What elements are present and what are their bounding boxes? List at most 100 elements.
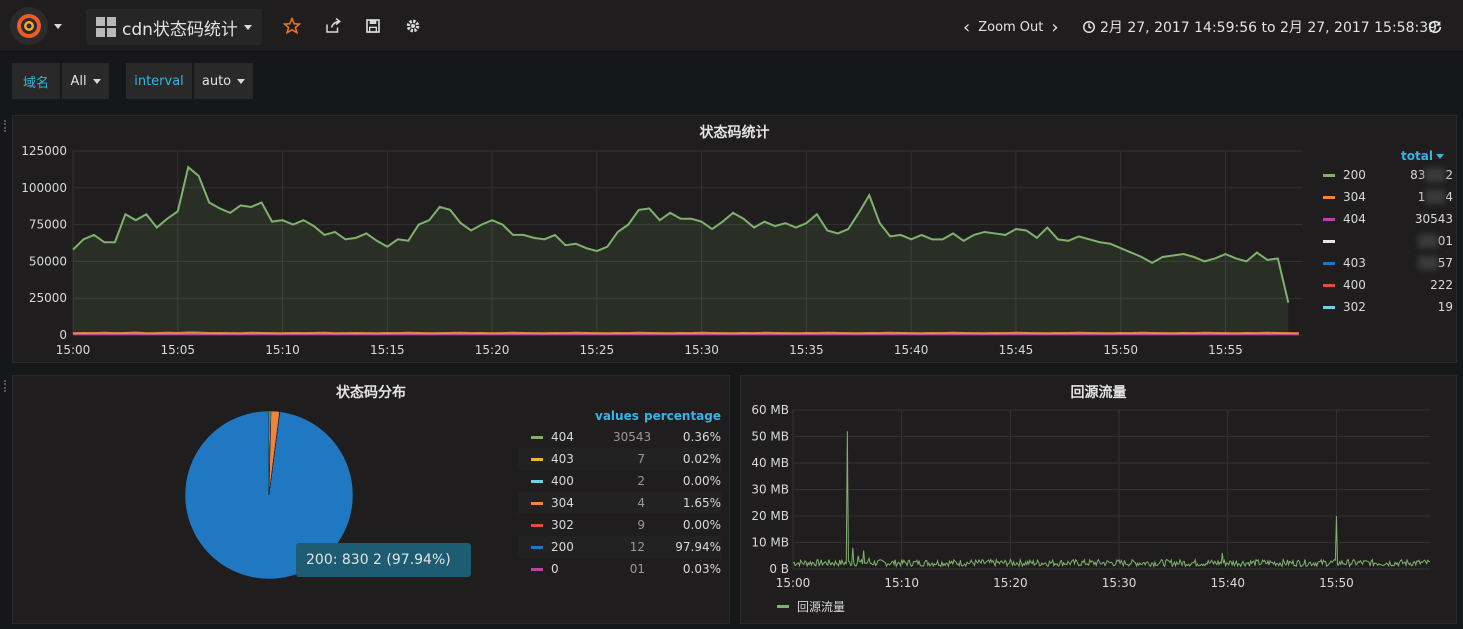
dashboard-title-dropdown[interactable]: cdn状态码统计 [86, 9, 262, 45]
legend-swatch [1323, 261, 1335, 265]
legend-swatch [531, 523, 543, 527]
legend-percentage: 1.65% [682, 496, 721, 510]
top-navbar: cdn状态码统计 ‹ Zoom Out › 2月 27, 2017 14:59:… [0, 0, 1463, 52]
legend-swatch [1323, 217, 1335, 221]
legend-label: 403 [1343, 256, 1366, 270]
row-drag-handle[interactable] [4, 120, 8, 132]
legend-total: 222 [1430, 278, 1453, 292]
legend-swatch [1323, 239, 1335, 243]
x-tick-label: 15:55 [1208, 343, 1243, 356]
y-tick-label: 25000 [29, 291, 67, 305]
legend-item-blank[interactable]: 01 [1323, 230, 1453, 252]
legend-swatch [531, 545, 543, 549]
x-tick-label: 15:30 [684, 343, 719, 356]
share-icon[interactable] [321, 14, 345, 38]
legend-percentage: 0.00% [682, 474, 721, 488]
x-tick-label: 15:00 [776, 576, 811, 590]
legend-swatch [531, 435, 543, 439]
x-tick-label: 15:50 [1103, 343, 1138, 356]
legend-total: 83 2 [1410, 167, 1453, 183]
series-line-origin-traffic [792, 431, 1430, 569]
y-tick-label: 125000 [21, 144, 67, 158]
column-header-values[interactable]: values [595, 409, 639, 423]
y-tick-label: 50 MB [751, 430, 789, 444]
legend-swatch [531, 479, 543, 483]
legend-percentage: 0.03% [682, 562, 721, 576]
legend-item-403[interactable]: 403 57 [1323, 252, 1453, 274]
legend-label: 304 [551, 496, 574, 510]
legend-label: 400 [551, 474, 574, 488]
legend-item-200[interactable]: 200 12 97.94% [518, 536, 721, 558]
x-tick-label: 15:50 [1319, 576, 1354, 590]
variable-label-interval: interval [126, 63, 192, 99]
legend-item-403[interactable]: 403 7 0.02% [518, 448, 721, 470]
legend-percentage: 0.36% [682, 430, 721, 444]
dashboard-grid-icon [96, 17, 116, 37]
y-tick-label: 75000 [29, 218, 67, 232]
series-area-200 [73, 167, 1289, 335]
legend-value: 7 [637, 452, 645, 466]
legend-value: 30543 [613, 430, 652, 444]
x-tick-label: 15:20 [475, 343, 510, 356]
x-tick-label: 15:10 [265, 343, 300, 356]
x-tick-label: 15:25 [580, 343, 615, 356]
legend-total: 57 [1417, 256, 1453, 271]
legend-item-400[interactable]: 400 2 0.00% [518, 470, 721, 492]
y-tick-label: 20 MB [751, 509, 789, 523]
legend-item-404[interactable]: 404 30543 [1323, 208, 1453, 230]
chevron-right-icon[interactable]: › [1043, 17, 1066, 38]
time-range-picker[interactable]: 2月 27, 2017 14:59:56 to 2月 27, 2017 15:5… [1082, 14, 1437, 40]
refresh-icon[interactable] [1424, 14, 1446, 40]
chevron-down-icon [243, 24, 252, 30]
variable-select-interval[interactable]: auto [193, 63, 253, 99]
y-tick-label: 30 MB [751, 483, 789, 497]
zoom-out-button[interactable]: Zoom Out [978, 20, 1043, 35]
legend-percentage: 0.00% [682, 518, 721, 532]
gear-icon[interactable] [401, 14, 425, 38]
legend-label: 304 [1343, 190, 1366, 204]
grafana-menu-button[interactable] [10, 6, 74, 46]
chevron-left-icon[interactable]: ‹ [955, 17, 978, 38]
legend-item-origin-traffic[interactable]: 回源流量 [777, 598, 845, 615]
row-drag-handle[interactable] [4, 380, 8, 392]
legend-item-404[interactable]: 404 30543 0.36% [518, 426, 721, 448]
legend-swatch [1323, 305, 1335, 309]
clock-icon [1083, 21, 1095, 33]
legend-label: 400 [1343, 278, 1366, 292]
legend-item-304[interactable]: 304 1 4 [1323, 186, 1453, 208]
x-tick-label: 15:00 [56, 343, 91, 356]
y-tick-label: 50000 [29, 254, 67, 268]
legend-percentage: 97.94% [675, 540, 721, 554]
variable-label-domain: 域名 [12, 63, 60, 99]
panel-title[interactable]: 状态码分布 [13, 382, 729, 402]
zoom-controls: ‹ Zoom Out › [955, 14, 1067, 40]
legend-label: 0 [551, 562, 559, 576]
star-icon[interactable] [280, 14, 304, 38]
y-tick-label: 10 MB [751, 536, 789, 550]
status-code-line-chart: 0 25000 50000 75000 100000 125000 15:00 15:05 15… [21, 144, 1303, 356]
x-tick-label: 15:30 [1102, 576, 1137, 590]
status-code-graph-panel: 状态码统计 0 25000 50000 75000 100000 125000 15:00 1… [12, 115, 1457, 363]
legend-item-302[interactable]: 302 9 0.00% [518, 514, 721, 536]
legend-swatch [531, 501, 543, 505]
legend-label: 302 [1343, 300, 1366, 314]
legend-item-304[interactable]: 304 4 1.65% [518, 492, 721, 514]
legend-value: 01 [629, 562, 645, 576]
column-header-percentage[interactable]: percentage [644, 409, 721, 423]
pie-tooltip: 200: 830 2 (97.94%) [296, 543, 471, 577]
x-tick-label: 15:40 [894, 343, 929, 356]
legend-item-0[interactable]: 0 01 0.03% [518, 558, 721, 580]
legend-label: 200 [1343, 168, 1366, 182]
y-tick-label: 0 B [769, 562, 789, 576]
legend-item-302[interactable]: 302 19 [1323, 296, 1453, 318]
variable-value-interval: auto [201, 73, 232, 89]
legend-sort-header[interactable]: total [1401, 149, 1444, 163]
x-tick-label: 15:20 [993, 576, 1028, 590]
legend-item-200[interactable]: 200 83 2 [1323, 164, 1453, 186]
legend-label: 200 [551, 540, 574, 554]
dashboard-title: cdn状态码统计 [122, 19, 238, 40]
variable-select-domain[interactable]: All [61, 63, 109, 99]
x-tick-label: 15:45 [999, 343, 1034, 356]
legend-item-400[interactable]: 400 222 [1323, 274, 1453, 296]
save-icon[interactable] [361, 14, 385, 38]
